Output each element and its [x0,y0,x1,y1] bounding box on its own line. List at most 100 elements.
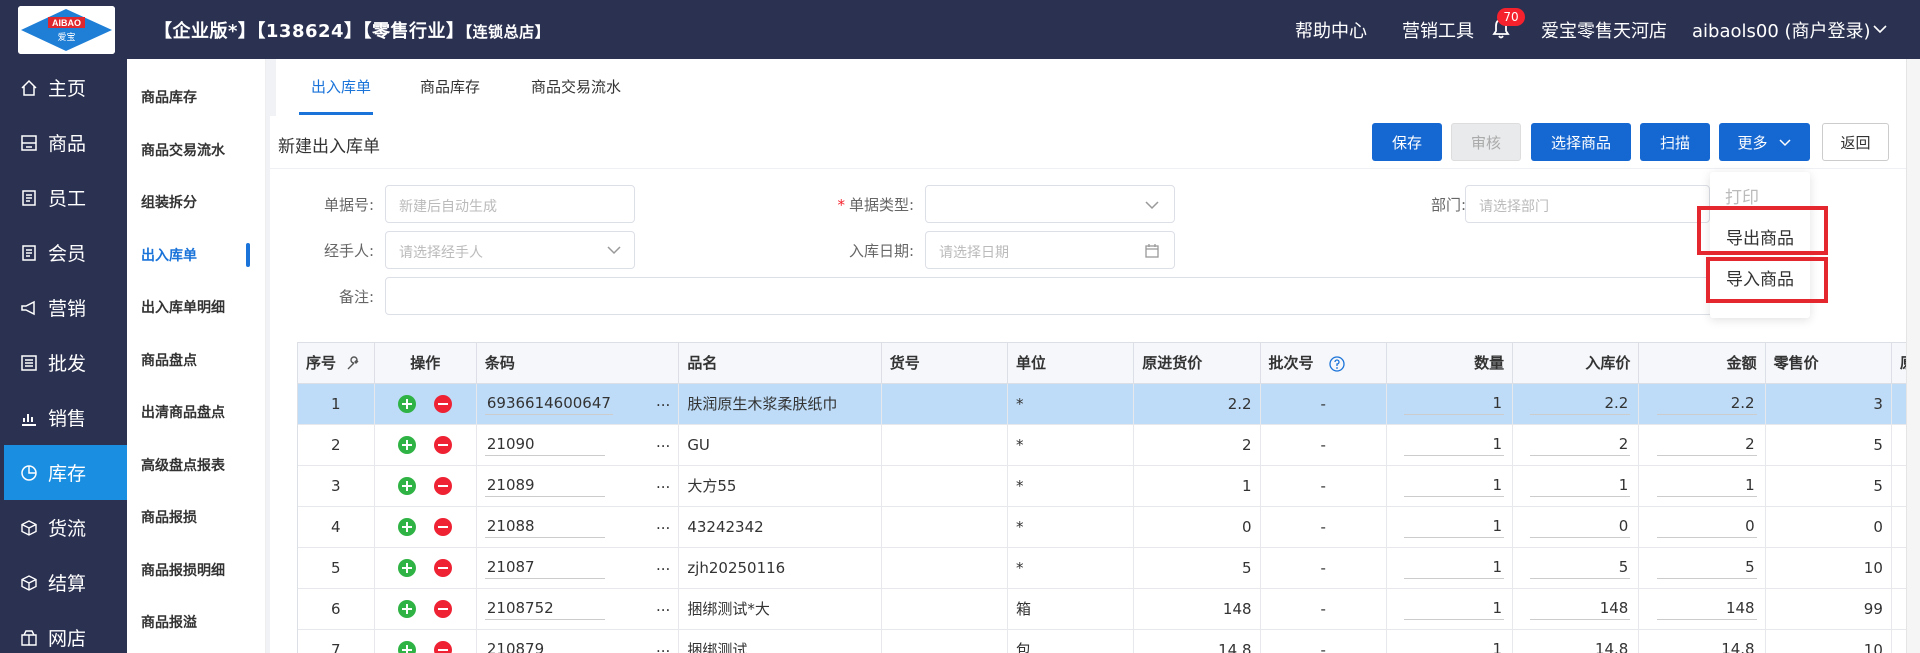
sidebar-item-home[interactable]: 主页 [4,60,127,115]
select-goods-button[interactable]: 选择商品 [1531,123,1631,161]
add-row-icon[interactable] [398,517,417,536]
row-qty[interactable]: 1 [1404,638,1504,653]
sidebar-item-product[interactable]: 商品 [4,115,127,170]
table-row[interactable]: 6 2108752... 捆绑测试*大箱 148-1 148 148 99 [298,588,1907,630]
row-qty[interactable]: 1 [1404,597,1505,620]
date-picker[interactable]: 请选择日期 [925,231,1175,269]
row-amount-cell[interactable]: 2 [1638,424,1766,466]
delete-row-icon[interactable] [434,640,453,653]
sidebar-item-logistics[interactable]: 货流 [4,500,127,555]
row-amount[interactable]: 1 [1656,474,1757,497]
delete-row-icon[interactable] [434,558,453,577]
sidebar-item-inventory[interactable]: 库存 [4,445,127,500]
barcode-more-icon[interactable]: ... [656,474,670,492]
submenu-item-clearance-stocktake[interactable]: 出清商品盘点 [141,402,225,422]
row-amount[interactable]: 148 [1656,597,1757,620]
tab-inout-order[interactable]: 出入库单 [311,76,371,97]
row-qty[interactable]: 1 [1404,515,1505,538]
row-qty-cell[interactable]: 1 [1386,629,1514,653]
sidebar-item-sales[interactable]: 销售 [4,390,127,445]
row-barcode[interactable]: 2108752 [484,597,605,620]
menu-item-export-goods[interactable]: 导出商品 [1726,224,1794,249]
audit-button[interactable]: 审核 [1451,123,1521,161]
row-barcode[interactable]: 21087 [484,556,605,579]
barcode-more-icon[interactable]: ... [656,638,670,653]
dept-select[interactable]: 请选择部门 [1465,185,1710,223]
submenu-item-stocktake[interactable]: 商品盘点 [141,350,197,370]
table-row[interactable]: 1 6936614600647... 肤润原生木浆柔肤纸巾 * 2.2-1 2.2 2.2 3 [298,383,1907,425]
row-amount-cell[interactable]: 14.8 [1638,629,1766,653]
help-center-link[interactable]: 帮助中心 [1295,17,1367,43]
delete-row-icon[interactable] [434,476,453,495]
row-barcode[interactable]: 6936614600647 [484,392,613,415]
row-in-price[interactable]: 1 [1530,474,1631,497]
table-row[interactable]: 2 21090... GU * 2-1 2 2 5 [298,424,1907,466]
sidebar-item-staff[interactable]: 员工 [4,170,127,225]
delete-row-icon[interactable] [434,394,453,413]
add-row-icon[interactable] [398,599,417,618]
tab-stock[interactable]: 商品库存 [420,76,480,97]
submenu-item-loss[interactable]: 商品报损 [141,507,197,527]
help-circle-icon[interactable] [1329,356,1345,372]
sidebar-item-marketing[interactable]: 营销 [4,280,127,335]
submenu-item-inout-detail[interactable]: 出入库单明细 [141,297,225,317]
sidebar-item-wholesale[interactable]: 批发 [4,335,127,390]
row-amount[interactable]: 5 [1656,556,1757,579]
row-qty[interactable]: 1 [1404,474,1505,497]
doc-no-input[interactable]: 新建后自动生成 [385,185,635,223]
row-in-price[interactable]: 2 [1530,433,1631,456]
row-qty-cell[interactable]: 1 [1386,424,1514,466]
row-amount-cell[interactable]: 5 [1638,547,1766,589]
menu-item-import-goods[interactable]: 导入商品 [1726,265,1794,290]
row-amount-cell[interactable]: 1 [1638,465,1766,507]
row-qty-cell[interactable]: 1 [1386,506,1514,548]
row-barcode[interactable]: 21088 [484,515,605,538]
row-barcode-cell[interactable]: 6936614600647... [476,383,680,425]
row-in-price[interactable]: 0 [1530,515,1631,538]
more-button[interactable]: 更多 [1719,123,1810,161]
handler-select[interactable]: 请选择经手人 [385,231,635,269]
row-barcode-cell[interactable]: 2108752... [476,588,680,630]
row-qty-cell[interactable]: 1 [1386,465,1514,507]
tab-transactions[interactable]: 商品交易流水 [531,76,621,97]
row-barcode[interactable]: 21090 [484,433,605,456]
delete-row-icon[interactable] [434,435,453,454]
row-amount[interactable]: 14.8 [1657,638,1757,653]
row-qty[interactable]: 1 [1404,433,1505,456]
table-row[interactable]: 7 210879... 捆绑测试包 14.8-1 14.8 14.8 10 [298,629,1907,653]
marketing-tools-link[interactable]: 营销工具 [1402,17,1474,43]
row-barcode-cell[interactable]: 21089... [476,465,680,507]
menu-item-print[interactable]: 打印 [1725,183,1759,208]
submenu-item-stock[interactable]: 商品库存 [141,87,197,107]
submenu-item-inout-order[interactable]: 出入库单 [141,245,197,265]
delete-row-icon[interactable] [434,517,453,536]
add-row-icon[interactable] [398,394,417,413]
remark-input[interactable] [385,277,1770,315]
submenu-item-assembly[interactable]: 组装拆分 [141,192,197,212]
table-row[interactable]: 5 21087... zjh20250116 * 5-1 5 5 10 [298,547,1907,589]
row-qty-cell[interactable]: 1 [1386,547,1514,589]
row-in-price-cell[interactable]: 2 [1512,424,1640,466]
back-button[interactable]: 返回 [1822,123,1889,161]
row-barcode[interactable]: 21089 [484,474,605,497]
row-amount-cell[interactable]: 2.2 [1638,383,1766,425]
row-amount[interactable]: 2.2 [1656,392,1757,415]
row-qty-cell[interactable]: 1 [1386,383,1514,425]
barcode-more-icon[interactable]: ... [656,597,670,615]
submenu-item-advanced-report[interactable]: 高级盘点报表 [141,455,225,475]
row-in-price-cell[interactable]: 1 [1512,465,1640,507]
submenu-item-overflow[interactable]: 商品报溢 [141,612,197,632]
submenu-item-loss-detail[interactable]: 商品报损明细 [141,560,225,580]
row-barcode-cell[interactable]: 21090... [476,424,680,466]
scan-button[interactable]: 扫描 [1640,123,1710,161]
user-chevron-down-icon[interactable] [1872,21,1888,37]
row-in-price[interactable]: 5 [1530,556,1631,579]
row-qty-cell[interactable]: 1 [1386,588,1514,630]
add-row-icon[interactable] [398,476,417,495]
submenu-item-transactions[interactable]: 商品交易流水 [141,140,225,160]
user-menu[interactable]: aibaols00 (商户登录) [1692,17,1871,43]
sidebar-item-member[interactable]: 会员 [4,225,127,280]
row-amount-cell[interactable]: 148 [1638,588,1766,630]
row-in-price-cell[interactable]: 148 [1512,588,1640,630]
barcode-more-icon[interactable]: ... [656,392,670,410]
